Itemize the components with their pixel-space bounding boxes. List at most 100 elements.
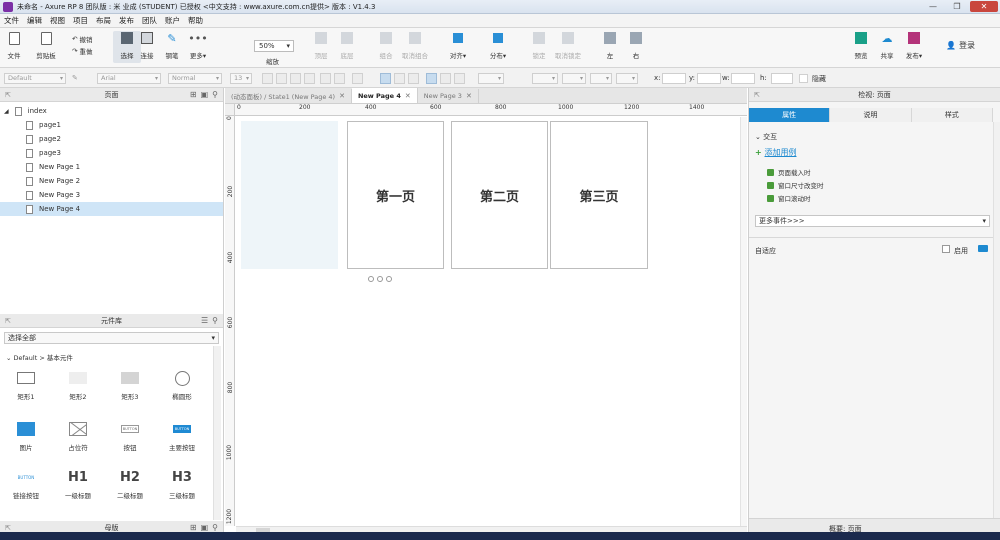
close-icon[interactable]: ✕ (466, 92, 472, 100)
pagination-dots[interactable] (368, 276, 392, 282)
x-input[interactable] (662, 73, 686, 84)
menu-layout[interactable]: 布局 (96, 15, 111, 26)
tab-notes[interactable]: 说明 (830, 108, 912, 122)
maximize-button[interactable]: ❐ (946, 1, 968, 12)
align-button[interactable]: 对齐▾ (444, 31, 472, 60)
menu-account[interactable]: 账户 (165, 15, 180, 26)
menu-icon[interactable]: ☰ (201, 316, 208, 325)
bring-to-top-button[interactable]: 顶层 (307, 31, 335, 60)
font-weight-select[interactable]: Normal (168, 73, 222, 84)
minimize-button[interactable]: — (922, 1, 944, 12)
undo-button[interactable]: ↶ 撤销 (72, 34, 92, 44)
tab-new-page-3[interactable]: New Page 3 ✕ (418, 89, 479, 103)
interaction-section[interactable]: ⌄ 交互 (755, 132, 777, 142)
close-button[interactable]: ✕ (970, 1, 998, 12)
add-page-icon[interactable]: ⊞ (190, 90, 197, 99)
adaptive-views-icon[interactable] (978, 245, 988, 252)
dot-icon[interactable] (368, 276, 374, 282)
frame-page-1[interactable]: 第一页 (347, 121, 444, 269)
right-button[interactable]: 右 (622, 31, 650, 60)
tree-item-new-page-4[interactable]: New Page 4 (0, 202, 223, 216)
font-select[interactable]: Arial (97, 73, 161, 84)
send-to-bottom-button[interactable]: 底层 (333, 31, 361, 60)
corner-select[interactable] (590, 73, 612, 84)
canvas-vertical-scrollbar[interactable] (740, 117, 747, 526)
tree-item-new-page-2[interactable]: New Page 2 (0, 174, 223, 188)
widget-rect1[interactable]: 矩形1 (6, 367, 46, 401)
library-scrollbar[interactable] (213, 346, 221, 520)
menu-view[interactable]: 视图 (50, 15, 65, 26)
widget-placeholder[interactable]: 占位符 (58, 418, 98, 452)
library-category[interactable]: ⌄ Default > 基本元件 (6, 352, 73, 362)
align-right-button[interactable] (408, 73, 419, 84)
menu-publish[interactable]: 发布 (119, 15, 134, 26)
pen-button[interactable]: ✎ 钢笔 (158, 31, 186, 61)
ungroup-button[interactable]: 取消组合 (401, 31, 429, 60)
frame-page-3[interactable]: 第三页 (550, 121, 648, 269)
more-button[interactable]: ••• 更多▾ (184, 31, 212, 61)
publish-button[interactable]: 发布▾ (900, 31, 928, 60)
pin-icon[interactable]: ⇱ (5, 524, 11, 532)
lock-button[interactable]: 锁定 (525, 31, 553, 60)
style-select[interactable]: Default (4, 73, 66, 84)
widget-h2[interactable]: H2 二级标题 (110, 466, 150, 501)
opacity-select[interactable] (616, 73, 638, 84)
tab-new-page-4[interactable]: New Page 4 ✕ (351, 88, 418, 103)
widget-rect2[interactable]: 矩形2 (58, 367, 98, 401)
event-window-resize[interactable]: 窗口尺寸改变时 (767, 180, 824, 190)
italic-button[interactable] (290, 73, 301, 84)
preview-button[interactable]: 预览 (847, 31, 875, 60)
search-icon[interactable]: ⚲ (212, 90, 218, 99)
menu-help[interactable]: 帮助 (188, 15, 203, 26)
tree-item-index[interactable]: ◢ index (0, 104, 223, 118)
event-page-load[interactable]: 页面载入时 (767, 167, 811, 177)
redo-button[interactable]: ↷ 重做 (72, 46, 92, 56)
widget-primary-button[interactable]: BUTTON 主要按钮 (162, 418, 202, 452)
add-folder-icon[interactable]: ▣ (201, 523, 209, 532)
font-size-select[interactable]: 13 (230, 73, 252, 84)
search-icon[interactable]: ⚲ (212, 523, 218, 532)
file-button[interactable]: 文件 (0, 31, 28, 60)
design-canvas[interactable]: 第一页 第二页 第三页 (236, 117, 740, 525)
y-input[interactable] (697, 73, 721, 84)
library-select[interactable]: 选择全部 (4, 332, 219, 344)
frame-page-2[interactable]: 第二页 (451, 121, 548, 269)
tree-item-new-page-3[interactable]: New Page 3 (0, 188, 223, 202)
close-icon[interactable]: ✕ (405, 92, 411, 100)
tree-item-page3[interactable]: page3 (0, 146, 223, 160)
zoom-select[interactable]: 50% (254, 40, 294, 52)
widget-image[interactable]: 图片 (6, 418, 46, 452)
menu-team[interactable]: 团队 (142, 15, 157, 26)
widget-h1[interactable]: H1 一级标题 (58, 466, 98, 501)
left-button[interactable]: 左 (596, 31, 624, 60)
dot-icon[interactable] (386, 276, 392, 282)
menu-project[interactable]: 项目 (73, 15, 88, 26)
tab-dynamic-panel-state1[interactable]: (动态面板) / State1 (New Page 4) ✕ (225, 89, 352, 103)
valign-bottom-button[interactable] (454, 73, 465, 84)
tree-item-page2[interactable]: page2 (0, 132, 223, 146)
group-button[interactable]: 组合 (372, 31, 400, 60)
tab-properties[interactable]: 属性 (749, 108, 831, 122)
unlock-button[interactable]: 取消锁定 (554, 31, 582, 60)
border-width-select[interactable] (532, 73, 558, 84)
enable-checkbox[interactable] (942, 245, 950, 253)
bold-button[interactable] (276, 73, 287, 84)
valign-top-button[interactable] (426, 73, 437, 84)
connect-button[interactable]: 连接 (133, 31, 161, 60)
menu-file[interactable]: 文件 (4, 15, 19, 26)
valign-middle-button[interactable] (440, 73, 451, 84)
tree-item-new-page-1[interactable]: New Page 1 (0, 160, 223, 174)
add-case-link[interactable]: + 添加用例 (755, 147, 797, 158)
widget-link-button[interactable]: BUTTON 链接按钮 (6, 466, 46, 501)
pin-icon[interactable]: ⇱ (5, 91, 11, 99)
more-events-select[interactable]: 更多事件>>> (755, 215, 990, 227)
event-window-scroll[interactable]: 窗口滚动时 (767, 193, 811, 203)
share-button[interactable]: ☁ 共享 (873, 31, 901, 61)
widget-h3[interactable]: H3 三级标题 (162, 466, 202, 501)
style-edit-icon[interactable]: ✎ (72, 74, 78, 82)
bullet-button[interactable] (320, 73, 331, 84)
pin-icon[interactable]: ⇱ (5, 317, 11, 325)
border-color-select[interactable] (478, 73, 504, 84)
widget-button[interactable]: BUTTON 按钮 (110, 418, 150, 452)
clipboard-button[interactable]: 剪贴板 (32, 31, 60, 60)
